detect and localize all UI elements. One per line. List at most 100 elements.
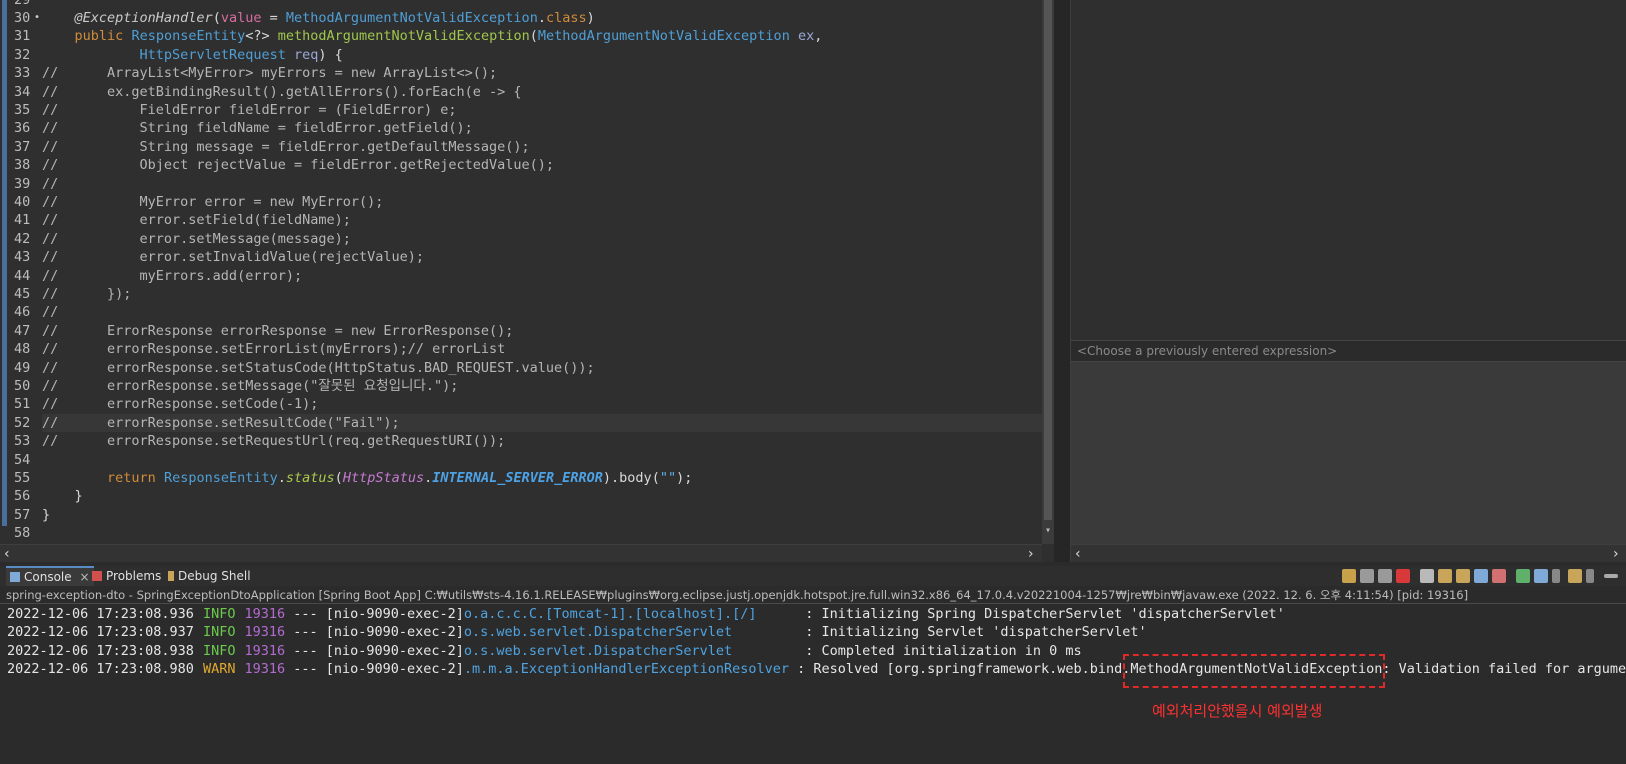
code-line[interactable]: // Object rejectValue = fieldError.getRe… xyxy=(42,156,1042,174)
show-on-stderr-icon[interactable] xyxy=(1492,569,1506,583)
code-token: "" xyxy=(659,469,677,486)
expression-details[interactable] xyxy=(1071,362,1626,544)
editor-vertical-scrollbar[interactable]: ▾ xyxy=(1042,0,1054,544)
code-line[interactable]: // String message = fieldError.getDefaul… xyxy=(42,138,1042,156)
expressions-view[interactable] xyxy=(1071,0,1626,340)
code-line[interactable]: // MyError error = new MyError(); xyxy=(42,193,1042,211)
code-line[interactable]: // xyxy=(42,175,1042,193)
code-line[interactable]: // errorResponse.setMessage("잘못된 요청입니다."… xyxy=(42,377,1042,395)
scroll-right-arrow-icon[interactable]: › xyxy=(1028,546,1034,562)
expression-input[interactable]: <Choose a previously entered expression> xyxy=(1071,340,1626,362)
debug-shell-icon xyxy=(168,571,174,581)
code-token: @ExceptionHandler xyxy=(74,9,213,26)
scroll-down-arrow-icon[interactable]: ▾ xyxy=(1042,524,1054,538)
open-console-icon[interactable] xyxy=(1516,569,1530,583)
code-line[interactable]: @ExceptionHandler(value = MethodArgument… xyxy=(42,9,1042,27)
line-number: 52 xyxy=(14,414,31,431)
line-number: 56 xyxy=(14,488,31,505)
code-line[interactable]: // error.setMessage(message); xyxy=(42,230,1042,248)
word-wrap-icon[interactable] xyxy=(1456,569,1470,583)
line-number: 33 xyxy=(14,65,31,82)
tab-console[interactable]: Console × xyxy=(6,566,94,586)
code-line[interactable]: // myErrors.add(error); xyxy=(42,267,1042,285)
editor-horizontal-scrollbar[interactable]: ‹ › xyxy=(0,544,1042,562)
show-on-stdout-icon[interactable] xyxy=(1474,569,1488,583)
code-line[interactable]: // FieldError fieldError = (FieldError) … xyxy=(42,101,1042,119)
code-token: // ErrorResponse errorResponse = new Err… xyxy=(42,322,514,339)
code-line[interactable]: } xyxy=(42,487,1042,505)
code-line[interactable]: } xyxy=(42,506,1042,524)
code-line[interactable]: // error.setInvalidValue(rejectValue); xyxy=(42,248,1042,266)
code-line[interactable]: return ResponseEntity.status(HttpStatus.… xyxy=(42,469,1042,487)
line-number: 51 xyxy=(14,396,31,413)
minimize-icon[interactable] xyxy=(1604,574,1618,578)
code-line[interactable]: // xyxy=(42,303,1042,321)
code-line[interactable]: // ArrayList<MyError> myErrors = new Arr… xyxy=(42,64,1042,82)
code-token: HttpStatus xyxy=(342,469,425,486)
code-line[interactable]: // error.setField(fieldName); xyxy=(42,211,1042,229)
scroll-left-arrow-icon[interactable]: ‹ xyxy=(1075,546,1081,562)
code-line[interactable]: // ex.getBindingResult().getAllErrors().… xyxy=(42,83,1042,101)
pin-console-icon[interactable] xyxy=(1342,569,1356,583)
code-line[interactable]: // ErrorResponse errorResponse = new Err… xyxy=(42,322,1042,340)
log-level: INFO xyxy=(202,606,236,622)
code-line[interactable]: // errorResponse.setRequestUrl(req.getRe… xyxy=(42,432,1042,450)
clear-console-icon[interactable] xyxy=(1420,569,1434,583)
scroll-lock-icon[interactable] xyxy=(1438,569,1452,583)
expressions-horizontal-scrollbar[interactable]: ‹ › xyxy=(1071,544,1626,562)
code-line[interactable] xyxy=(42,0,1042,9)
line-number: 46 xyxy=(14,304,31,321)
tab-problems[interactable]: Problems xyxy=(92,566,161,586)
panel-sash[interactable] xyxy=(1054,0,1070,562)
chevron-down-icon[interactable] xyxy=(1586,569,1594,583)
line-number: 38 xyxy=(14,157,31,174)
log-pid: 19316 xyxy=(244,624,286,641)
code-token: // String fieldName = fieldError.getFiel… xyxy=(42,120,473,137)
line-number: 41 xyxy=(14,212,31,229)
code-token: // FieldError fieldError = (FieldError) … xyxy=(42,101,457,118)
log-separator: --- xyxy=(285,624,326,641)
code-token: ) xyxy=(586,9,595,26)
scroll-right-arrow-icon[interactable]: › xyxy=(1613,546,1619,562)
scroll-thumb[interactable] xyxy=(1044,0,1052,520)
code-token: // errorResponse.setCode(-1); xyxy=(42,396,319,413)
code-line[interactable]: // errorResponse.setCode(-1); xyxy=(42,395,1042,413)
log-logger: .m.m.a.ExceptionHandlerExceptionResolver xyxy=(463,661,790,678)
line-number: 31 xyxy=(14,28,31,45)
chevron-down-icon[interactable] xyxy=(1552,569,1560,583)
remove-launch-icon[interactable] xyxy=(1360,569,1374,583)
line-number: 54 xyxy=(14,451,31,468)
log-line[interactable]: 2022-12-06 17:23:08.937 INFO 19316 --- [ni… xyxy=(7,623,1147,641)
code-line[interactable]: // errorResponse.setStatusCode(HttpStatu… xyxy=(42,359,1042,377)
code-line[interactable] xyxy=(42,451,1042,469)
log-line[interactable]: 2022-12-06 17:23:08.938 INFO 19316 --- [ni… xyxy=(7,642,1082,660)
close-icon[interactable]: × xyxy=(79,570,89,584)
remove-all-icon[interactable] xyxy=(1378,569,1392,583)
log-timestamp: 2022-12-06 17:23:08.936 xyxy=(7,606,194,622)
display-selected-console-icon[interactable] xyxy=(1534,569,1548,583)
code-line[interactable]: // errorResponse.setResultCode("Fail"); xyxy=(42,413,1042,433)
code-token: // }); xyxy=(42,285,132,302)
tab-label: Console xyxy=(24,570,72,584)
code-line[interactable]: HttpServletRequest req) { xyxy=(42,46,1042,64)
new-console-icon[interactable] xyxy=(1568,569,1582,583)
code-editor[interactable]: 2930•31323334353637383940414243444546474… xyxy=(0,0,1054,562)
code-line[interactable]: public ResponseEntity<?> methodArgumentN… xyxy=(42,27,1042,45)
scroll-left-arrow-icon[interactable]: ‹ xyxy=(4,546,10,562)
line-number: 35 xyxy=(14,101,31,118)
terminate-icon[interactable] xyxy=(1396,569,1410,583)
code-line[interactable]: // errorResponse.setErrorList(myErrors);… xyxy=(42,340,1042,358)
tab-debug-shell[interactable]: Debug Shell xyxy=(168,566,251,586)
tab-label: Problems xyxy=(106,569,162,583)
code-area[interactable]: @ExceptionHandler(value = MethodArgument… xyxy=(42,0,1042,544)
code-line[interactable]: // String fieldName = fieldError.getFiel… xyxy=(42,119,1042,137)
code-token: <?> xyxy=(245,28,278,45)
log-line[interactable]: 2022-12-06 17:23:08.936 INFO 19316 --- [ni… xyxy=(7,605,1285,623)
annotation-text: 예외처리안했을시 예외발생 xyxy=(1152,702,1323,720)
code-line[interactable]: // }); xyxy=(42,285,1042,303)
code-line[interactable] xyxy=(42,524,1042,542)
log-thread: [nio-9090-exec-2] xyxy=(325,606,464,622)
